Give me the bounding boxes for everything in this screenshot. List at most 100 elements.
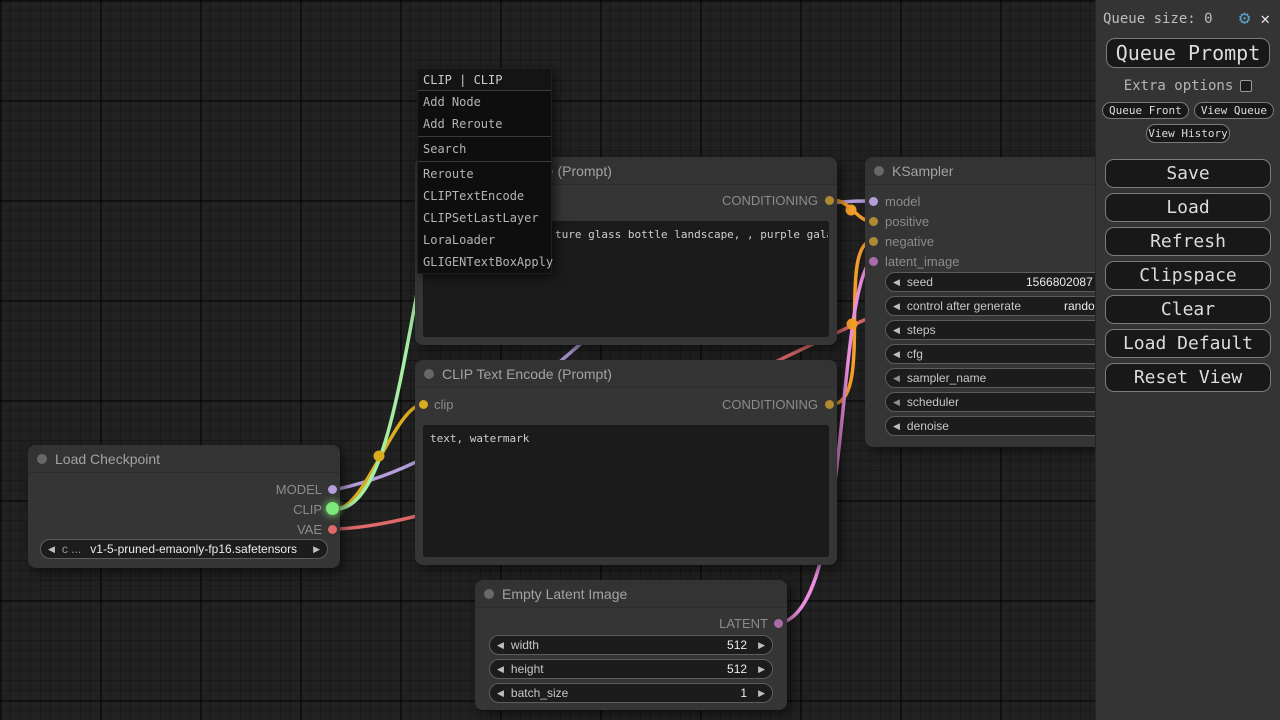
menu-separator [418,136,551,137]
menu-item-loraloader[interactable]: LoraLoader [418,229,551,251]
save-button[interactable]: Save [1105,159,1271,188]
clipspace-button[interactable]: Clipspace [1105,261,1271,290]
input-slot-clip[interactable] [419,400,428,409]
node-title-bar[interactable]: Load Checkpoint [28,445,340,473]
widget-label: denoise [907,419,949,433]
arrow-left-icon[interactable]: ◀ [886,344,907,364]
widget-value: 512 [727,662,751,676]
wire-midpoint-dot[interactable] [847,319,858,330]
extra-options-label: Extra options [1124,78,1234,94]
output-slot-latent[interactable] [774,619,783,628]
refresh-button[interactable]: Refresh [1105,227,1271,256]
view-queue-button[interactable]: View Queue [1194,102,1274,119]
input-slot-latent-image[interactable] [869,257,878,266]
output-label-conditioning: CONDITIONING [722,397,818,412]
node-collapse-dot-icon[interactable] [484,589,494,599]
arrow-right-icon[interactable]: ▶ [751,659,772,679]
node-collapse-dot-icon[interactable] [874,166,884,176]
node-collapse-dot-icon[interactable] [37,454,47,464]
output-slot-model[interactable] [328,485,337,494]
widget-label: sampler_name [907,371,986,385]
input-slot-negative[interactable] [869,237,878,246]
arrow-left-icon[interactable]: ◀ [886,416,907,436]
node-clip-text-encode-negative[interactable]: CLIP Text Encode (Prompt) clip CONDITION… [415,360,837,565]
node-load-checkpoint[interactable]: Load Checkpoint MODEL CLIP VAE ◀ c ... v… [28,445,340,568]
node-title-label: KSampler [892,163,953,179]
output-slot-vae[interactable] [328,525,337,534]
menu-item-add-reroute[interactable]: Add Reroute [418,113,551,135]
output-label-latent: LATENT [719,616,768,631]
output-label-conditioning: CONDITIONING [722,193,818,208]
input-slot-positive[interactable] [869,217,878,226]
node-title-bar[interactable]: Empty Latent Image [475,580,787,608]
output-slot-conditioning[interactable] [825,400,834,409]
prompt-textarea[interactable]: text, watermark [423,425,829,557]
arrow-left-icon[interactable]: ◀ [41,539,62,559]
menu-separator [418,161,551,162]
arrow-left-icon[interactable]: ◀ [886,296,907,316]
context-menu-title: CLIP | CLIP [418,69,551,91]
settings-gear-icon[interactable]: ⚙ [1239,9,1250,28]
arrow-left-icon[interactable]: ◀ [490,659,511,679]
menu-item-gligentextboxapply[interactable]: GLIGENTextBoxApply [418,251,551,273]
queue-menu-panel: Queue size: 0 ⚙ ✕ Queue Prompt Extra opt… [1095,0,1280,720]
widget-label: steps [907,323,936,337]
extra-options-checkbox[interactable] [1240,80,1252,92]
arrow-left-icon[interactable]: ◀ [490,635,511,655]
output-slot-clip-highlighted[interactable] [326,502,339,515]
node-empty-latent-image[interactable]: Empty Latent Image LATENT ◀ width 512 ▶ … [475,580,787,710]
queue-prompt-button[interactable]: Queue Prompt [1106,38,1270,68]
arrow-left-icon[interactable]: ◀ [886,320,907,340]
node-collapse-dot-icon[interactable] [424,369,434,379]
input-label-negative: negative [885,234,934,249]
wire-midpoint-dot[interactable] [846,205,857,216]
menu-item-cliptextencode[interactable]: CLIPTextEncode [418,185,551,207]
wire-dragging-link [336,278,420,509]
menu-item-search[interactable]: Search [418,138,551,160]
menu-item-add-node[interactable]: Add Node [418,91,551,113]
arrow-left-icon[interactable]: ◀ [886,392,907,412]
widget-value: 1566802087 [1026,273,1093,291]
batch-size-number-widget[interactable]: ◀ batch_size 1 ▶ [489,683,773,703]
arrow-right-icon[interactable]: ▶ [306,539,327,559]
widget-label: cfg [907,347,923,361]
widget-value: 1 [740,686,751,700]
output-slot-conditioning[interactable] [825,196,834,205]
widget-label: width [511,638,539,652]
arrow-right-icon[interactable]: ▶ [751,635,772,655]
input-label-latent-image: latent_image [885,254,959,269]
width-number-widget[interactable]: ◀ width 512 ▶ [489,635,773,655]
menu-item-reroute[interactable]: Reroute [418,163,551,185]
widget-label: seed [907,275,933,289]
widget-value: v1-5-pruned-emaonly-fp16.safetensors [81,542,306,556]
queue-front-button[interactable]: Queue Front [1102,102,1189,119]
load-button[interactable]: Load [1105,193,1271,222]
arrow-left-icon[interactable]: ◀ [886,368,907,388]
output-label-model: MODEL [276,482,322,497]
input-slot-model[interactable] [869,197,878,206]
wire-midpoint-dot[interactable] [374,451,385,462]
widget-label: height [511,662,544,676]
node-title-label: CLIP Text Encode (Prompt) [442,366,612,382]
widget-label: batch_size [511,686,568,700]
load-default-button[interactable]: Load Default [1105,329,1271,358]
ckpt-name-combo-widget[interactable]: ◀ c ... v1-5-pruned-emaonly-fp16.safeten… [40,539,328,559]
view-history-button[interactable]: View History [1146,124,1230,143]
clear-button[interactable]: Clear [1105,295,1271,324]
arrow-left-icon[interactable]: ◀ [886,272,907,292]
node-title-bar[interactable]: CLIP Text Encode (Prompt) [415,360,837,388]
close-icon[interactable]: ✕ [1260,9,1270,28]
widget-value: 512 [727,638,751,652]
output-label-vae: VAE [297,522,322,537]
widget-label: c ... [62,542,81,556]
input-label-model: model [885,194,920,209]
output-label-clip: CLIP [293,502,322,517]
node-title-label: Empty Latent Image [502,586,627,602]
comfyui-app: Load Checkpoint MODEL CLIP VAE ◀ c ... v… [0,0,1280,720]
context-menu: CLIP | CLIP Add Node Add Reroute Search … [417,68,552,274]
reset-view-button[interactable]: Reset View [1105,363,1271,392]
arrow-right-icon[interactable]: ▶ [751,683,772,703]
arrow-left-icon[interactable]: ◀ [490,683,511,703]
height-number-widget[interactable]: ◀ height 512 ▶ [489,659,773,679]
menu-item-clipsetlastlayer[interactable]: CLIPSetLastLayer [418,207,551,229]
